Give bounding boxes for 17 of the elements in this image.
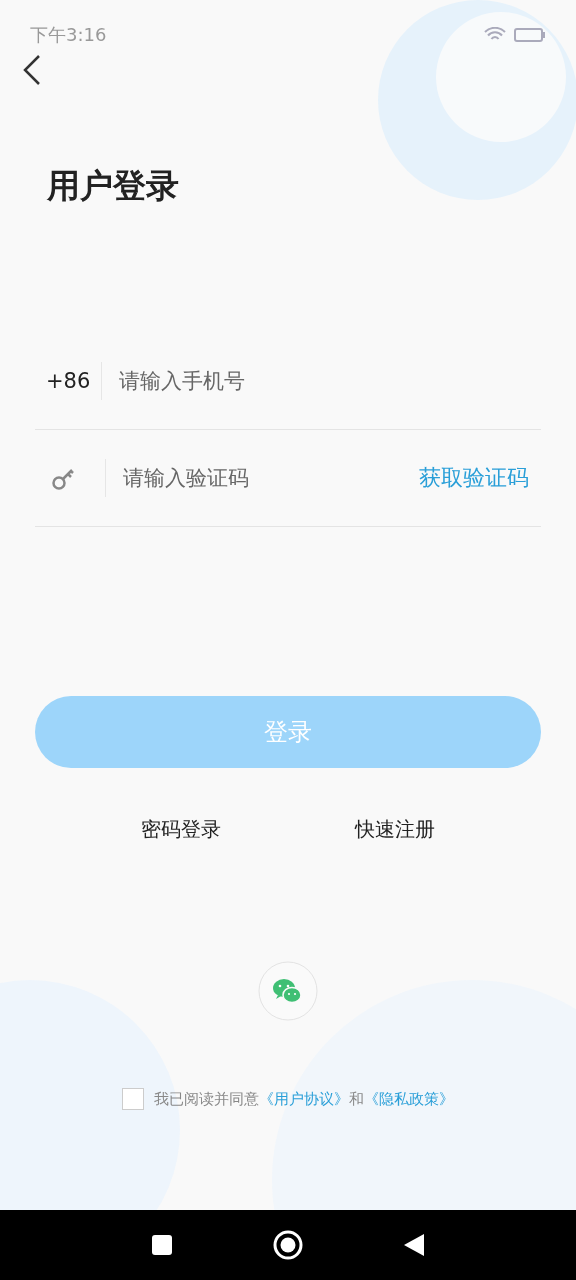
back-icon[interactable] (22, 54, 42, 86)
privacy-link[interactable]: 《隐私政策》 (364, 1089, 454, 1108)
text-link[interactable]: 密码登录 (141, 816, 221, 843)
code-input-field[interactable]: 请输入验证码 (106, 465, 419, 491)
agreement-checkbox[interactable] (122, 1088, 144, 1110)
recents-icon[interactable] (151, 1234, 173, 1256)
country-code[interactable]: +86 (35, 369, 101, 393)
page-title: 用户登录 (47, 165, 180, 207)
status-time: 下午3:16 (30, 23, 108, 47)
terms-link[interactable]: 《用户协议》 (259, 1089, 349, 1108)
battery-icon (514, 27, 546, 43)
back-triangle-icon[interactable] (403, 1233, 425, 1257)
agreement-text: 我已阅读并同意《用户协议》和《隐私政策》 (154, 1089, 454, 1109)
phone-input-field[interactable]: 请输入手机号 (102, 368, 541, 394)
home-icon[interactable] (273, 1230, 303, 1260)
get-code-link[interactable]: 获取验证码 (419, 463, 541, 493)
text-link[interactable]: 快速注册 (355, 816, 435, 843)
